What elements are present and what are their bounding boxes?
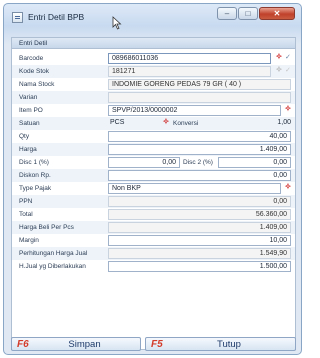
kode-stok-field: 181271 <box>108 66 271 77</box>
satuan-row: Satuan PCS ✧ Konversi 1,00 <box>12 117 295 130</box>
barcode-input[interactable]: 089686011036 <box>108 53 271 64</box>
diskon-rp-row: Diskon Rp. 0,00 <box>12 169 295 182</box>
nama-stock-row: Nama Stock INDOMIE GORENG PEDAS 79 GR ( … <box>12 78 295 91</box>
item-po-row: Item PO SPVP/2013/0000002 ✧ <box>12 104 295 117</box>
disc1-label: Disc 1 (%) <box>19 159 49 166</box>
diskon-rp-input[interactable]: 0,00 <box>108 170 291 181</box>
total-field: 56.360,00 <box>108 209 291 220</box>
type-pajak-select[interactable]: Non BKP <box>108 183 281 194</box>
konversi-label: Konversi <box>173 120 199 127</box>
perhitungan-label: Perhitungan Harga Jual <box>19 250 88 257</box>
simpan-button[interactable]: F6 Simpan <box>11 337 141 351</box>
varian-field <box>108 92 291 103</box>
varian-row: Varian <box>12 91 295 104</box>
barcode-lookup-icon[interactable]: ✧ <box>275 52 283 61</box>
item-po-input[interactable]: SPVP/2013/0000002 <box>108 105 281 116</box>
total-row: Total 56.360,00 <box>12 208 295 221</box>
window-controls: – □ ✕ <box>217 7 295 20</box>
tutup-button[interactable]: F5 Tutup <box>145 337 296 351</box>
satuan-lookup-icon[interactable]: ✧ <box>162 117 170 126</box>
qty-row: Qty 40,00 <box>12 130 295 143</box>
panel-title: Entri Detil <box>12 38 295 49</box>
satuan-value[interactable]: PCS <box>110 119 124 126</box>
perhitungan-field: 1.549,90 <box>108 248 291 259</box>
title-bar[interactable]: Entri Detil BPB – □ ✕ <box>4 4 301 32</box>
hjual-label: H.Jual yg Diberlakukan <box>19 263 86 270</box>
tutup-hotkey: F5 <box>151 338 163 350</box>
ppn-row: PPN 0,00 <box>12 195 295 208</box>
tutup-label: Tutup <box>217 338 241 350</box>
konversi-value: 1,00 <box>277 119 291 126</box>
nama-stock-label: Nama Stock <box>19 81 55 88</box>
harga-beli-field: 1.409,00 <box>108 222 291 233</box>
barcode-label: Barcode <box>19 55 44 62</box>
type-pajak-row: Type Pajak Non BKP ✧ <box>12 182 295 195</box>
margin-input[interactable]: 10,00 <box>108 235 291 246</box>
kode-stok-lookup-icon: ✧ <box>275 65 283 74</box>
disc2-input[interactable]: 0,00 <box>218 157 291 168</box>
window-title: Entri Detil BPB <box>28 12 85 22</box>
minimize-button[interactable]: – <box>217 7 237 20</box>
ppn-field: 0,00 <box>108 196 291 207</box>
barcode-check-icon[interactable]: ✓ <box>285 53 291 61</box>
hjual-row: H.Jual yg Diberlakukan 1.500,00 <box>12 260 295 273</box>
disc1-input[interactable]: 0,00 <box>108 157 180 168</box>
qty-input[interactable]: 40,00 <box>108 131 291 142</box>
type-pajak-lookup-icon[interactable]: ✧ <box>284 182 292 191</box>
harga-beli-label: Harga Beli Per Pcs <box>19 224 74 231</box>
app-form-icon <box>12 12 23 23</box>
satuan-label: Satuan <box>19 120 40 127</box>
mouse-pointer-icon <box>112 16 122 30</box>
hjual-input[interactable]: 1.500,00 <box>108 261 291 272</box>
varian-label: Varian <box>19 94 38 101</box>
maximize-button[interactable]: □ <box>238 7 258 20</box>
disc2-label: Disc 2 (%) <box>183 159 213 166</box>
type-pajak-label: Type Pajak <box>19 185 52 192</box>
item-po-label: Item PO <box>19 107 43 114</box>
close-button[interactable]: ✕ <box>259 7 295 20</box>
nama-stock-field: INDOMIE GORENG PEDAS 79 GR ( 40 ) <box>108 79 291 90</box>
kode-stok-row: Kode Stok 181271 ✧ ✓ <box>12 65 295 78</box>
simpan-label: Simpan <box>68 338 101 350</box>
perhitungan-row: Perhitungan Harga Jual 1.549,90 <box>12 247 295 260</box>
harga-beli-row: Harga Beli Per Pcs 1.409,00 <box>12 221 295 234</box>
kode-stok-label: Kode Stok <box>19 68 49 75</box>
margin-row: Margin 10,00 <box>12 234 295 247</box>
kode-stok-check-icon: ✓ <box>285 67 291 74</box>
entri-detil-bpb-window: Entri Detil BPB – □ ✕ Entri Detil Barcod… <box>3 3 302 355</box>
item-po-lookup-icon[interactable]: ✧ <box>284 104 292 113</box>
qty-label: Qty <box>19 133 30 140</box>
detail-panel: Entri Detil Barcode 089686011036 ✧ ✓ Kod… <box>11 37 296 350</box>
total-label: Total <box>19 211 33 218</box>
simpan-hotkey: F6 <box>17 338 29 350</box>
discount-row: Disc 1 (%) 0,00 Disc 2 (%) 0,00 <box>12 156 295 169</box>
harga-label: Harga <box>19 146 37 153</box>
diskon-rp-label: Diskon Rp. <box>19 172 51 179</box>
harga-row: Harga 1.409,00 <box>12 143 295 156</box>
harga-input[interactable]: 1.409,00 <box>108 144 291 155</box>
ppn-label: PPN <box>19 198 33 205</box>
margin-label: Margin <box>19 237 39 244</box>
barcode-row: Barcode 089686011036 ✧ ✓ <box>12 52 295 65</box>
